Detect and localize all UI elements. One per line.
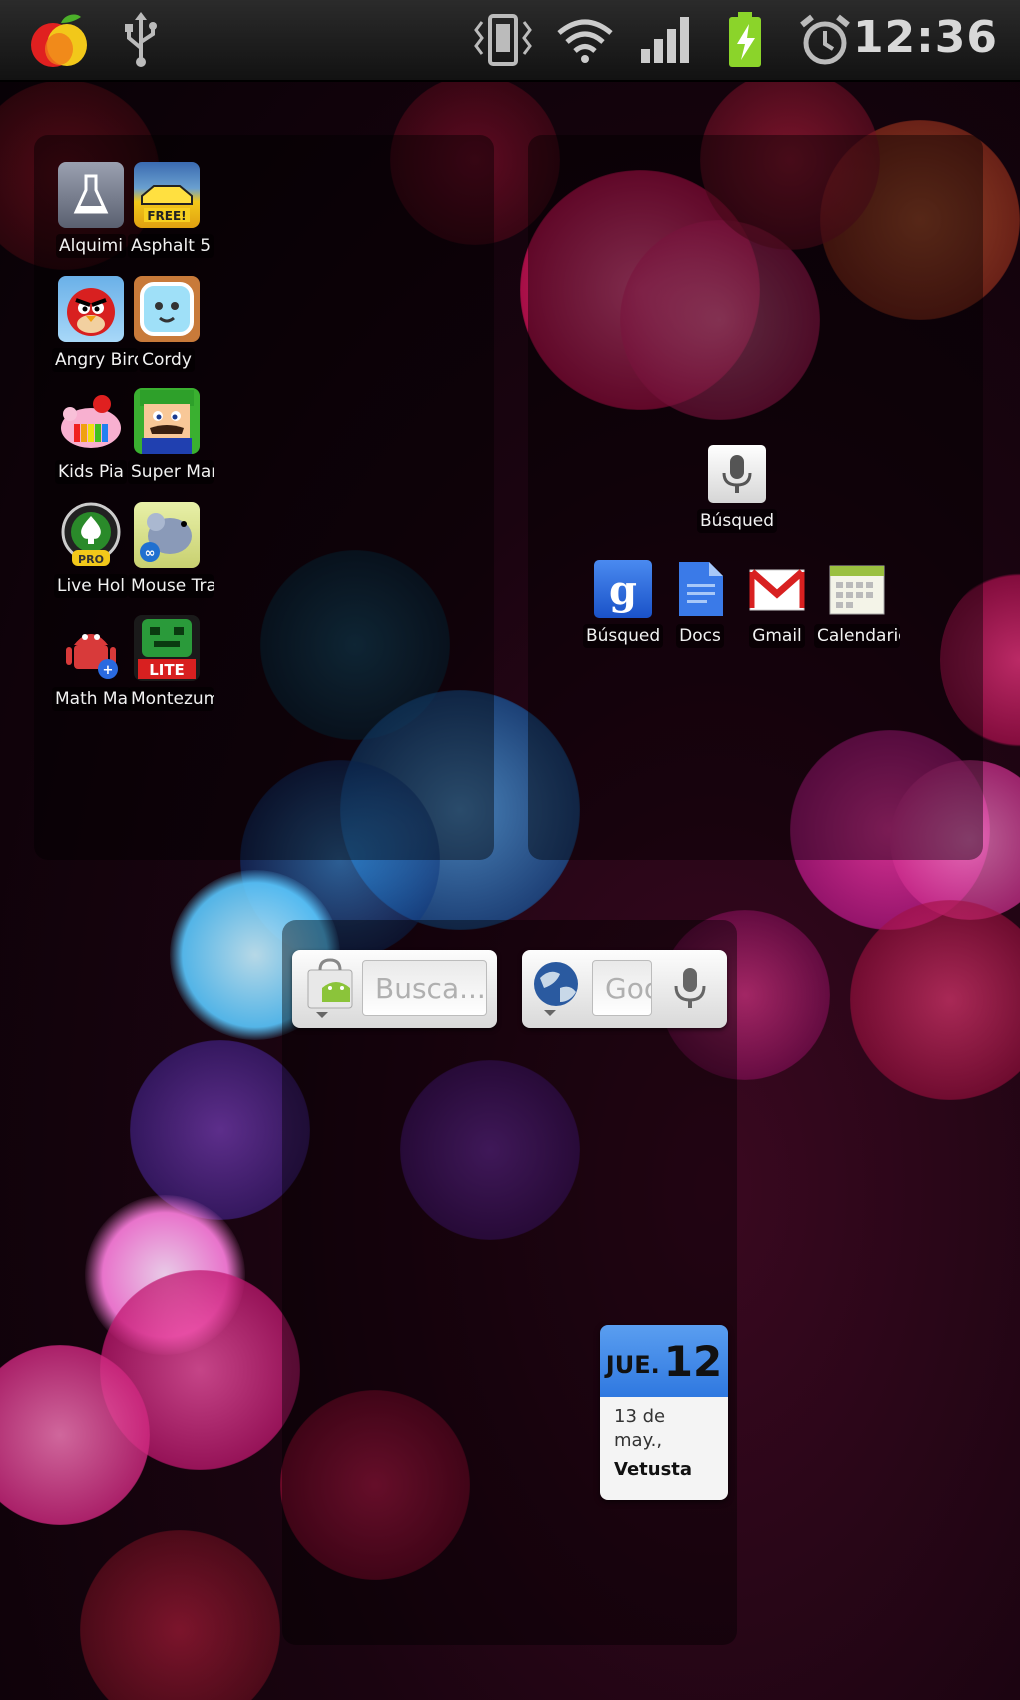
svg-text:PRO: PRO [78, 553, 104, 566]
widgets-panel[interactable] [282, 920, 737, 1645]
app-super-mario[interactable]: Super Mar [128, 388, 214, 488]
angry-birds-icon [58, 276, 124, 342]
app-label: Mouse Tra [128, 574, 214, 598]
app-gmail[interactable]: Gmail [737, 560, 817, 652]
app-alchemy[interactable]: Alquimi [52, 162, 130, 262]
app-label: Angry Bird [52, 348, 138, 372]
app-live-holdem[interactable]: PRO Live Hol [52, 502, 130, 602]
battery-charging-icon [722, 10, 768, 70]
app-label: Super Mar [128, 460, 214, 484]
app-cordy[interactable]: Cordy [128, 276, 206, 376]
docs-icon [671, 560, 729, 618]
app-calendar[interactable]: Calendario [812, 560, 902, 652]
live-holdem-icon: PRO [58, 502, 124, 568]
app-label: Gmail [749, 624, 805, 648]
google-search-icon: g [594, 560, 652, 618]
alarm-icon [798, 10, 852, 70]
microphone-icon [674, 968, 706, 1008]
kids-piano-icon [58, 388, 124, 454]
app-kids-piano[interactable]: Kids Pia [52, 388, 130, 488]
wifi-icon [555, 10, 615, 70]
microphone-icon [708, 445, 766, 503]
app-angry-birds[interactable]: Angry Bird [52, 276, 138, 376]
svg-text:LITE: LITE [149, 661, 185, 679]
app-label: Calendario [814, 624, 900, 648]
google-search-input[interactable]: Goo [592, 960, 652, 1016]
app-label: Cordy [139, 348, 195, 372]
app-mouse-trap[interactable]: ∞ Mouse Tra [128, 502, 214, 602]
app-math-maniac[interactable]: + Math Ma [52, 615, 132, 715]
clock: 12:36 [852, 12, 998, 63]
app-label: Montezum [128, 687, 214, 711]
app-label: Búsqued [696, 509, 778, 533]
app-google-search[interactable]: g Búsqued [583, 560, 664, 652]
gmail-icon [748, 560, 806, 618]
calendar-event-title: Vetusta [614, 1459, 693, 1480]
cordy-robot-icon [134, 276, 200, 342]
asphalt-car-icon: FREE! [134, 162, 200, 228]
market-bag-icon [302, 958, 358, 1018]
fruit-app-notification-icon [22, 10, 96, 70]
usb-icon [118, 10, 164, 70]
app-label: Asphalt 5 [128, 234, 214, 258]
market-search-input[interactable]: Busca... [362, 960, 487, 1016]
app-docs[interactable]: Docs [660, 560, 740, 652]
calendar-event-date: 13 de may., [614, 1406, 666, 1451]
globe-icon [530, 958, 582, 1018]
svg-text:FREE!: FREE! [147, 209, 186, 223]
app-label: Math Ma [52, 687, 132, 711]
google-search-widget[interactable]: Goo [522, 950, 727, 1028]
app-asphalt[interactable]: FREE! Asphalt 5 [128, 162, 214, 262]
app-montezuma[interactable]: LITE Montezum [128, 615, 214, 715]
app-voice-search[interactable]: Búsqued [692, 445, 782, 537]
market-search-widget[interactable]: Busca... [292, 950, 497, 1028]
calendar-day-name: JUE. [605, 1351, 660, 1379]
mouse-trap-icon: ∞ [134, 502, 200, 568]
alchemy-flask-icon [58, 162, 124, 228]
app-label: Live Hol [53, 574, 129, 598]
math-maniac-icon: + [58, 615, 124, 681]
svg-text:∞: ∞ [145, 546, 156, 561]
svg-text:g: g [609, 567, 637, 614]
montezuma-lite-icon: LITE [134, 615, 200, 681]
calendar-event: 13 de may., Vetusta [600, 1397, 728, 1500]
signal-icon [638, 10, 694, 70]
voice-search-button[interactable] [662, 958, 718, 1018]
app-label: Alquimi [56, 234, 126, 258]
calendar-icon [828, 560, 886, 618]
app-label: Kids Pia [55, 460, 127, 484]
status-bar: 12:36 [0, 0, 1020, 82]
app-label: Docs [676, 624, 724, 648]
svg-text:+: + [103, 663, 114, 678]
calendar-widget[interactable]: JUE. 12 13 de may., Vetusta [600, 1325, 728, 1500]
super-mario-icon [134, 388, 200, 454]
calendar-day-number: 12 [663, 1336, 723, 1386]
vibrate-icon [470, 10, 536, 70]
app-label: Búsqued [583, 624, 664, 648]
calendar-date-header: JUE. 12 [600, 1325, 728, 1397]
